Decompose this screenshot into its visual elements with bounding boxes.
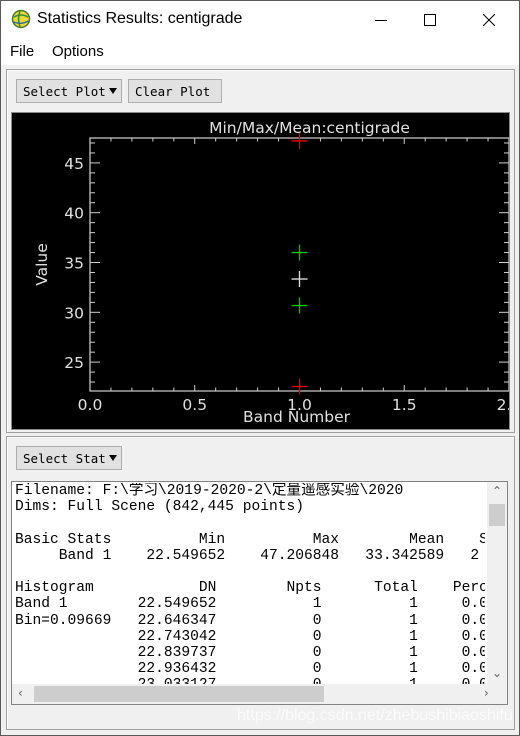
y-tick-labels: 25 30 35 40 45 [64,155,84,372]
caret-down-icon [108,88,117,94]
stats-line: Basic Stats Min Max Mean S [15,531,485,548]
stats-line: 22.936432 0 1 0.0 [15,661,485,678]
maximize-icon [424,14,436,26]
y-tick-label: 30 [64,304,84,322]
caret-down-icon [108,455,117,461]
stats-line: Band 1 22.549652 1 1 0.0 [15,596,485,613]
x-tick-label: 1.0 [287,396,312,414]
close-button[interactable] [466,1,512,39]
min-max-mean-chart: Min/Max/Mean:centigrade Band Number Valu… [33,119,509,426]
clear-plot-label: Clear Plot [135,83,211,99]
scroll-down-icon[interactable]: ⌄ [492,666,502,680]
plot-panel: Select Plot Clear Plot Min/Max/Mean:cent… [6,69,515,433]
stats-line: Dims: Full Scene (842,445 points) [15,499,305,516]
clear-plot-button[interactable]: Clear Plot [128,79,222,103]
vertical-scroll-thumb[interactable] [489,504,505,526]
maximize-button[interactable] [407,1,453,39]
stats-line: Histogram DN Npts Total Perc [15,580,485,597]
app-globe-icon [11,9,31,29]
vertical-scrollbar[interactable]: ⌃ ⌄ [487,482,507,704]
select-stat-label: Select Stat [23,450,106,466]
stats-panel: Select Stat Filename: F:\学习\2019-2020-2\… [6,436,515,730]
axes [89,137,509,392]
select-plot-dropdown[interactable]: Select Plot [16,79,122,103]
marker-min [291,378,308,395]
scroll-left-icon[interactable]: ‹ [18,686,23,700]
plot-canvas[interactable]: Min/Max/Mean:centigrade Band Number Valu… [11,112,510,430]
stats-line: 22.839737 0 1 0.0 [15,645,485,662]
stats-line: Band 1 22.549652 47.206848 33.342589 2 [15,547,480,564]
marker-mean [291,271,308,288]
select-stat-dropdown[interactable]: Select Stat [16,446,122,470]
select-plot-label: Select Plot [23,83,106,99]
stats-line: Bin=0.09669 22.646347 0 1 0.0 [15,612,485,629]
x-tick-label: 2.0 [497,396,509,414]
x-tick-label: 0.5 [182,396,207,414]
menu-bar: File Options [1,39,519,65]
x-tick-labels: 0.0 0.5 1.0 1.5 2.0 [78,396,509,414]
scroll-up-icon[interactable]: ⌃ [492,484,502,498]
stats-text: Filename: F:\学习\2019-2020-2\定量遥感实验\2020 D… [15,483,485,704]
minimize-icon [375,20,387,21]
stats-line: 22.743042 0 1 0.0 [15,628,485,645]
y-tick-label: 45 [64,155,84,173]
horizontal-scroll-thumb[interactable] [34,686,324,702]
marker-mean-stdev [291,297,308,314]
stats-text-area[interactable]: Filename: F:\学习\2019-2020-2\定量遥感实验\2020 D… [11,481,508,705]
statistics-results-window: Statistics Results: centigrade File Opti… [0,0,520,736]
title-bar: Statistics Results: centigrade [1,1,519,39]
window-title: Statistics Results: centigrade [37,10,243,27]
stats-line [15,564,485,580]
x-tick-label: 0.0 [78,396,103,414]
x-tick-label: 1.5 [392,396,417,414]
y-tick-label: 40 [64,205,84,223]
menu-file[interactable]: File [10,43,34,60]
close-icon [483,14,495,26]
horizontal-scrollbar[interactable]: ‹ › [12,684,507,704]
y-axis-label: Value [33,243,51,286]
scroll-right-icon[interactable]: › [484,686,489,700]
y-tick-label: 25 [64,354,84,372]
stats-line [15,515,485,531]
minimize-button[interactable] [358,1,404,39]
y-tick-label: 35 [64,255,84,273]
plot-frame [89,137,509,392]
chart-title: Min/Max/Mean:centigrade [209,119,410,137]
data-markers [291,132,308,395]
menu-options[interactable]: Options [52,43,104,60]
marker-mean-stdev [291,244,308,261]
stats-line: Filename: F:\学习\2019-2020-2\定量遥感实验\2020 [15,483,404,499]
